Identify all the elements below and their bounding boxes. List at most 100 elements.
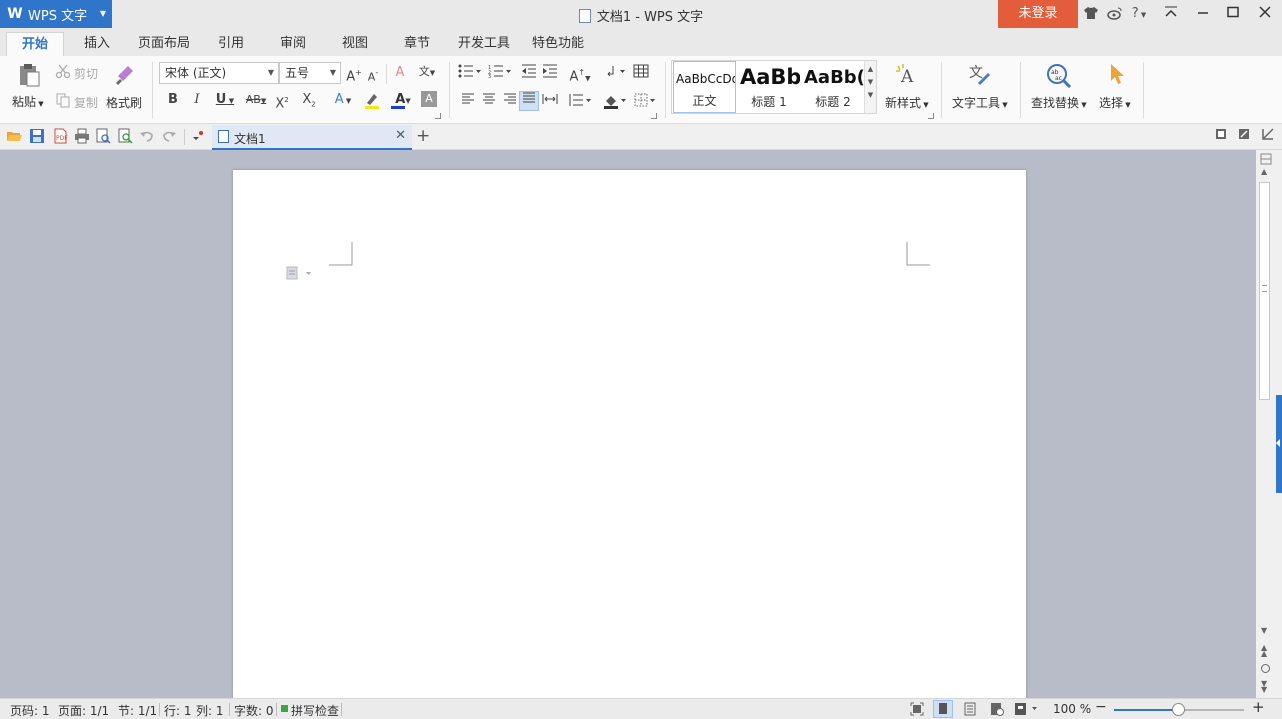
document-canvas[interactable] <box>0 150 1256 710</box>
add-tab-icon[interactable]: + <box>416 126 430 146</box>
new-style-icon[interactable]: A <box>895 62 921 88</box>
page-count[interactable]: 页面: 1/1 <box>58 702 109 719</box>
shading-icon[interactable] <box>601 93 629 111</box>
table-icon[interactable] <box>632 64 650 82</box>
pinyin-guide-icon[interactable]: 文▼ <box>414 63 440 81</box>
paste-button[interactable]: 粘贴 ▼ <box>12 93 44 110</box>
side-panel-toggle[interactable] <box>1276 395 1282 493</box>
spell-check-icon[interactable] <box>117 128 133 144</box>
copy-icon[interactable] <box>54 92 72 110</box>
split-view-icon[interactable] <box>1260 153 1272 165</box>
next-page-icon[interactable]: ▼ ▼ <box>1261 680 1267 694</box>
scroll-up-icon[interactable]: ▲ <box>1261 167 1267 176</box>
save-icon[interactable] <box>29 128 45 144</box>
tab-chapter[interactable]: 章节 <box>392 32 442 56</box>
zoom-out-icon[interactable]: − <box>1095 699 1107 715</box>
find-replace-button[interactable]: 查找替换 ▼ <box>1031 94 1087 111</box>
section-indicator[interactable]: 节: 1/1 <box>118 702 157 719</box>
document-tab[interactable]: 文档1 ✕ <box>212 125 412 150</box>
style-heading-2[interactable]: AaBb( 标题 2 <box>802 61 864 113</box>
format-painter-icon[interactable] <box>112 62 136 86</box>
borders-icon[interactable] <box>632 93 660 111</box>
scroll-down-icon[interactable]: ▼ <box>1261 626 1267 635</box>
tab-home[interactable]: 开始 <box>6 32 64 56</box>
minimize-icon[interactable] <box>1188 0 1218 28</box>
select-button[interactable]: 选择 ▼ <box>1099 94 1131 111</box>
tab-insert[interactable]: 插入 <box>72 32 122 56</box>
zoom-in-icon[interactable]: + <box>1252 698 1265 716</box>
maximize-icon[interactable] <box>1218 0 1248 28</box>
open-folder-icon[interactable] <box>6 128 22 144</box>
cut-button[interactable]: 剪切 <box>74 65 98 82</box>
tab-page-layout[interactable]: 页面布局 <box>132 32 196 56</box>
redo-icon[interactable] <box>161 128 177 144</box>
style-gallery-scroll[interactable]: ▲ ▼ ▼ <box>864 61 876 113</box>
distributed-align-icon[interactable] <box>541 93 559 111</box>
increase-indent-icon[interactable] <box>541 64 559 82</box>
text-tools-button[interactable]: 文字工具 ▼ <box>952 94 1008 111</box>
print-preview-icon[interactable] <box>95 128 111 144</box>
paragraph-mark-icon[interactable] <box>604 64 628 82</box>
previous-page-icon[interactable]: ▲ ▲ <box>1261 644 1267 658</box>
browse-object-icon[interactable] <box>1261 664 1270 673</box>
style-heading-1[interactable]: AaBb 标题 1 <box>738 61 800 113</box>
italic-icon[interactable]: I <box>188 91 206 109</box>
customize-toolbar-icon[interactable] <box>190 128 206 144</box>
copy-button[interactable]: 复制 <box>74 94 98 111</box>
login-button[interactable]: 未登录 <box>998 0 1078 28</box>
print-icon[interactable] <box>74 128 90 144</box>
find-replace-icon[interactable]: ab ac <box>1045 62 1073 90</box>
shrink-font-icon[interactable]: A- <box>364 64 382 83</box>
close-tab-icon[interactable]: ✕ <box>395 128 406 143</box>
row-indicator[interactable]: 行: 1 <box>164 702 192 719</box>
column-indicator[interactable]: 列: 1 <box>196 702 224 719</box>
styles-dialog-launcher-icon[interactable] <box>928 113 934 119</box>
underline-icon[interactable]: U ▼ <box>211 91 239 109</box>
spell-check-toggle[interactable]: 拼写检查 <box>291 702 339 719</box>
undo-icon[interactable] <box>139 128 155 144</box>
character-shading-icon[interactable]: A <box>421 91 437 107</box>
tab-references[interactable]: 引用 <box>206 32 256 56</box>
vertical-scrollbar[interactable]: ▲ ▼ ▲ ▲ ▼ ▼ <box>1256 150 1276 698</box>
web-view-icon[interactable] <box>990 702 1004 716</box>
text-tools-icon[interactable]: 文 <box>967 62 993 88</box>
select-cursor-icon[interactable] <box>1107 62 1129 86</box>
paste-icon[interactable] <box>16 62 42 88</box>
superscript-icon[interactable]: X2 <box>273 91 291 111</box>
page-number[interactable]: 页码: 1 <box>10 702 50 719</box>
highlight-icon[interactable] <box>359 91 387 109</box>
view-icon[interactable] <box>1215 128 1231 144</box>
clear-format-icon[interactable]: A <box>391 64 409 82</box>
collapse-ribbon-icon[interactable] <box>1156 0 1186 28</box>
font-color-icon[interactable]: A▼ <box>389 91 417 109</box>
paragraph-dialog-launcher-icon[interactable] <box>651 113 657 119</box>
collapse-icon[interactable] <box>1262 128 1278 144</box>
format-painter-button[interactable]: 格式刷 <box>106 94 142 111</box>
skin-shirt-icon[interactable] <box>1082 5 1100 23</box>
tab-view[interactable]: 视图 <box>330 32 380 56</box>
help-button[interactable]: ? ▼ <box>1128 5 1150 23</box>
zoom-slider[interactable] <box>1114 703 1244 716</box>
bold-icon[interactable]: B <box>164 91 182 109</box>
page-view-icon[interactable] <box>933 700 953 718</box>
app-menu-button[interactable]: W WPS 文字 ▼ <box>0 0 112 28</box>
tab-review[interactable]: 审阅 <box>268 32 318 56</box>
zoom-level-label[interactable]: 100 % <box>1053 702 1091 716</box>
tab-developer[interactable]: 开发工具 <box>452 32 516 56</box>
line-spacing-icon[interactable] <box>566 93 594 111</box>
edit-icon[interactable] <box>1238 128 1254 144</box>
font-family-select[interactable]: 宋体 (正文) ▼ <box>159 62 279 84</box>
word-count[interactable]: 字数: 0 <box>234 702 274 719</box>
outline-view-icon[interactable] <box>963 702 977 716</box>
subscript-icon[interactable]: X2 <box>300 91 318 109</box>
new-style-button[interactable]: 新样式 ▼ <box>885 94 929 111</box>
full-screen-icon[interactable] <box>910 702 924 716</box>
strikethrough-icon[interactable]: AB▼ <box>242 91 270 109</box>
close-icon[interactable] <box>1250 0 1280 28</box>
scroll-thumb[interactable] <box>1259 182 1270 400</box>
align-center-icon[interactable] <box>480 93 498 111</box>
bullet-list-icon[interactable] <box>456 64 484 82</box>
grow-font-icon[interactable]: A+ <box>345 64 363 84</box>
align-left-icon[interactable] <box>459 93 477 111</box>
font-size-select[interactable]: 五号 ▼ <box>279 62 341 84</box>
